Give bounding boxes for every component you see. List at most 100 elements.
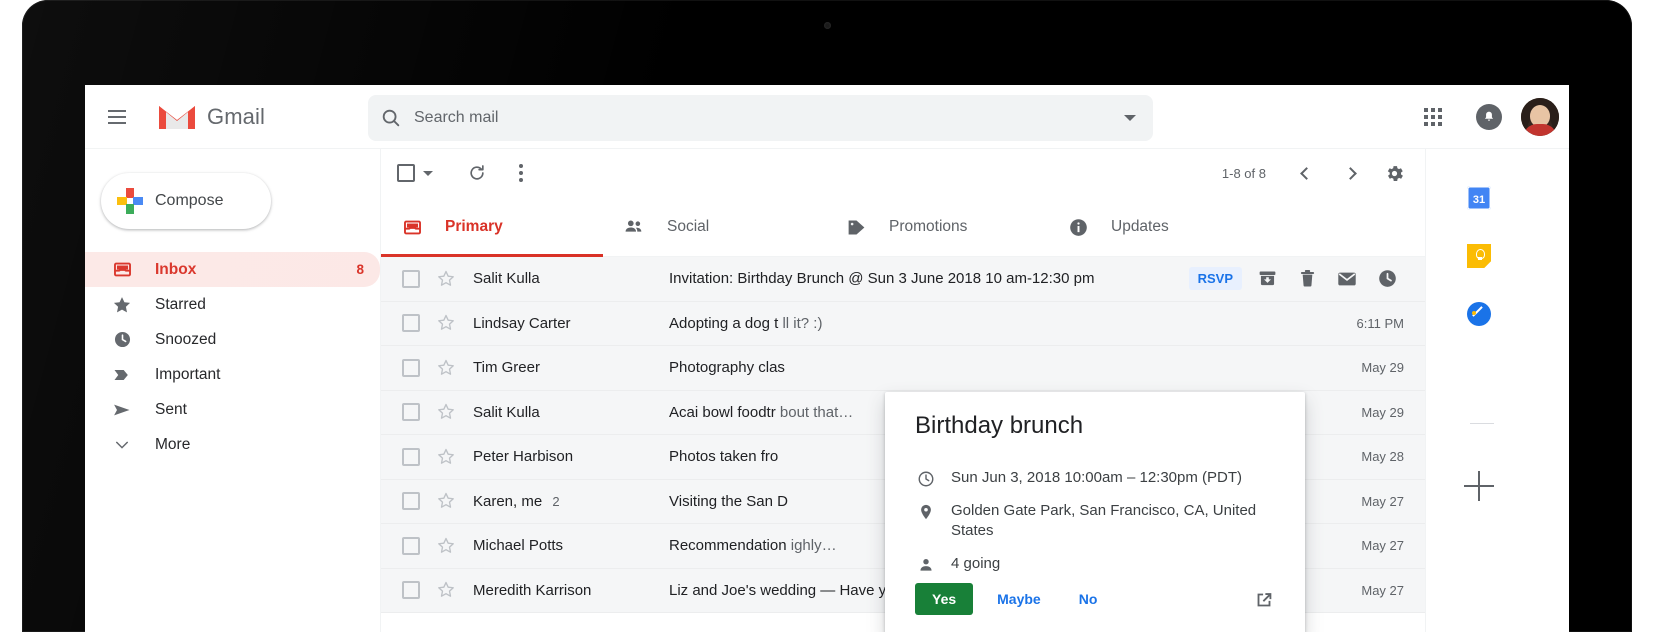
tag-icon — [845, 216, 867, 238]
pager-count: 1-8 of 8 — [1222, 166, 1266, 181]
rsvp-maybe-button[interactable]: Maybe — [983, 583, 1055, 615]
row-snippet: ighly… — [791, 537, 837, 554]
event-guests-row: 4 going — [915, 554, 1285, 574]
gmail-logo-svg — [157, 102, 197, 132]
search-icon-svg — [380, 107, 402, 129]
row-subject-text: Recommendation — [669, 537, 787, 554]
row-snippet: ll it? :) — [782, 315, 822, 332]
tab-primary[interactable]: Primary — [381, 197, 603, 257]
chevron-down-icon[interactable] — [423, 171, 433, 176]
star-icon[interactable] — [436, 447, 456, 467]
open-external-icon-svg — [1253, 589, 1275, 611]
tab-social[interactable]: Social — [603, 197, 825, 257]
apps-grid-icon[interactable] — [1409, 93, 1457, 141]
row-checkbox[interactable] — [402, 403, 420, 421]
event-guests: 4 going — [951, 554, 1000, 574]
open-external-icon[interactable] — [1253, 589, 1277, 613]
checkbox-icon[interactable] — [397, 164, 415, 182]
avatar[interactable] — [1521, 98, 1559, 136]
gmail-screen: Gmail — [85, 85, 1569, 632]
rsvp-yes-button[interactable]: Yes — [915, 583, 973, 615]
star-icon[interactable] — [436, 536, 456, 556]
star-icon[interactable] — [436, 402, 456, 422]
delete-icon[interactable] — [1296, 268, 1318, 290]
row-checkbox[interactable] — [402, 492, 420, 510]
row-checkbox[interactable] — [402, 537, 420, 555]
row-checkbox[interactable] — [402, 314, 420, 332]
inbox-icon — [111, 259, 133, 281]
sidebar: Compose Inbox 8 — [85, 149, 380, 632]
table-row[interactable]: Lindsay Carter Adopting a dog t ll it? :… — [381, 302, 1426, 347]
star-icon[interactable] — [436, 580, 456, 600]
bell-icon[interactable] — [1465, 93, 1513, 141]
thread-count: 2 — [552, 494, 559, 509]
status-badge[interactable]: RSVP — [1189, 267, 1242, 290]
tab-label: Updates — [1111, 218, 1169, 236]
row-checkbox[interactable] — [402, 359, 420, 377]
row-subject: Adopting a dog t ll it? :) — [669, 315, 1330, 332]
keep-icon-shape — [1467, 244, 1491, 268]
table-row[interactable]: Salit Kulla Invitation: Birthday Brunch … — [381, 257, 1426, 302]
chevron-down-icon[interactable] — [1107, 95, 1153, 141]
inbox-icon-svg — [113, 260, 132, 279]
archive-icon[interactable] — [1256, 268, 1278, 290]
sidebar-item-more[interactable]: More — [85, 427, 380, 462]
gmail-logo-icon[interactable]: Gmail — [157, 102, 265, 132]
table-row[interactable]: Tim Greer Photography clas May 29 — [381, 346, 1426, 391]
refresh-icon[interactable] — [455, 151, 499, 195]
sidebar-item-label: Inbox — [155, 261, 356, 279]
inbox-icon — [401, 216, 423, 238]
row-checkbox[interactable] — [402, 581, 420, 599]
sidebar-item-important[interactable]: Important — [85, 357, 380, 392]
tab-updates[interactable]: Updates — [1047, 197, 1269, 257]
search-icon[interactable] — [368, 95, 414, 141]
sidebar-item-label: Snoozed — [155, 331, 364, 349]
star-icon[interactable] — [436, 313, 456, 333]
row-checkbox[interactable] — [402, 270, 420, 288]
star-icon — [111, 294, 133, 316]
star-outline-svg — [436, 536, 456, 556]
snooze-icon-svg — [1377, 268, 1398, 289]
inbox-unread-count: 8 — [356, 262, 364, 277]
rsvp-no-button[interactable]: No — [1065, 583, 1112, 615]
mark-unread-icon[interactable] — [1336, 268, 1358, 290]
tab-label: Promotions — [889, 218, 967, 236]
chevron-right-icon[interactable] — [1330, 153, 1370, 193]
compose-button[interactable]: Compose — [101, 173, 271, 229]
plus-icon[interactable] — [1464, 471, 1494, 501]
app-header: Gmail — [85, 85, 1569, 149]
star-icon[interactable] — [436, 491, 456, 511]
star-icon[interactable] — [436, 358, 456, 378]
sidebar-item-sent[interactable]: Sent — [85, 392, 380, 427]
select-all-control[interactable] — [397, 164, 433, 182]
more-vertical-icon[interactable] — [499, 151, 543, 195]
row-subject: Invitation: Birthday Brunch @ Sun 3 June… — [669, 270, 1189, 287]
gear-icon[interactable] — [1374, 153, 1414, 193]
row-sender: Tim Greer — [473, 359, 669, 376]
event-where: Golden Gate Park, San Francisco, CA, Uni… — [951, 501, 1285, 541]
location-pin-icon — [915, 501, 937, 541]
row-sender-text: Karen, me — [473, 493, 542, 510]
google-tasks-icon[interactable] — [1464, 299, 1494, 329]
google-keep-icon[interactable] — [1464, 241, 1494, 271]
tag-icon-svg — [846, 217, 867, 238]
search-bar[interactable] — [368, 95, 1153, 141]
snooze-icon[interactable] — [1376, 268, 1398, 290]
google-calendar-icon[interactable]: 31 — [1464, 183, 1494, 213]
sidebar-item-snoozed[interactable]: Snoozed — [85, 322, 380, 357]
tab-label: Social — [667, 218, 709, 236]
chevron-left-icon[interactable] — [1286, 153, 1326, 193]
sidebar-item-starred[interactable]: Starred — [85, 287, 380, 322]
tab-promotions[interactable]: Promotions — [825, 197, 1047, 257]
row-sender: Michael Potts — [473, 537, 669, 554]
pagination: 1-8 of 8 — [1222, 149, 1414, 197]
row-sender: Lindsay Carter — [473, 315, 669, 332]
search-input[interactable] — [414, 109, 1107, 127]
star-icon[interactable] — [436, 269, 456, 289]
event-details: Sun Jun 3, 2018 10:00am – 12:30pm (PDT) … — [915, 468, 1285, 587]
archive-icon-svg — [1257, 268, 1278, 289]
hamburger-menu-icon[interactable] — [93, 93, 141, 141]
sidebar-item-inbox[interactable]: Inbox 8 — [85, 252, 380, 287]
row-checkbox[interactable] — [402, 448, 420, 466]
row-sender: Meredith Karrison — [473, 582, 669, 599]
